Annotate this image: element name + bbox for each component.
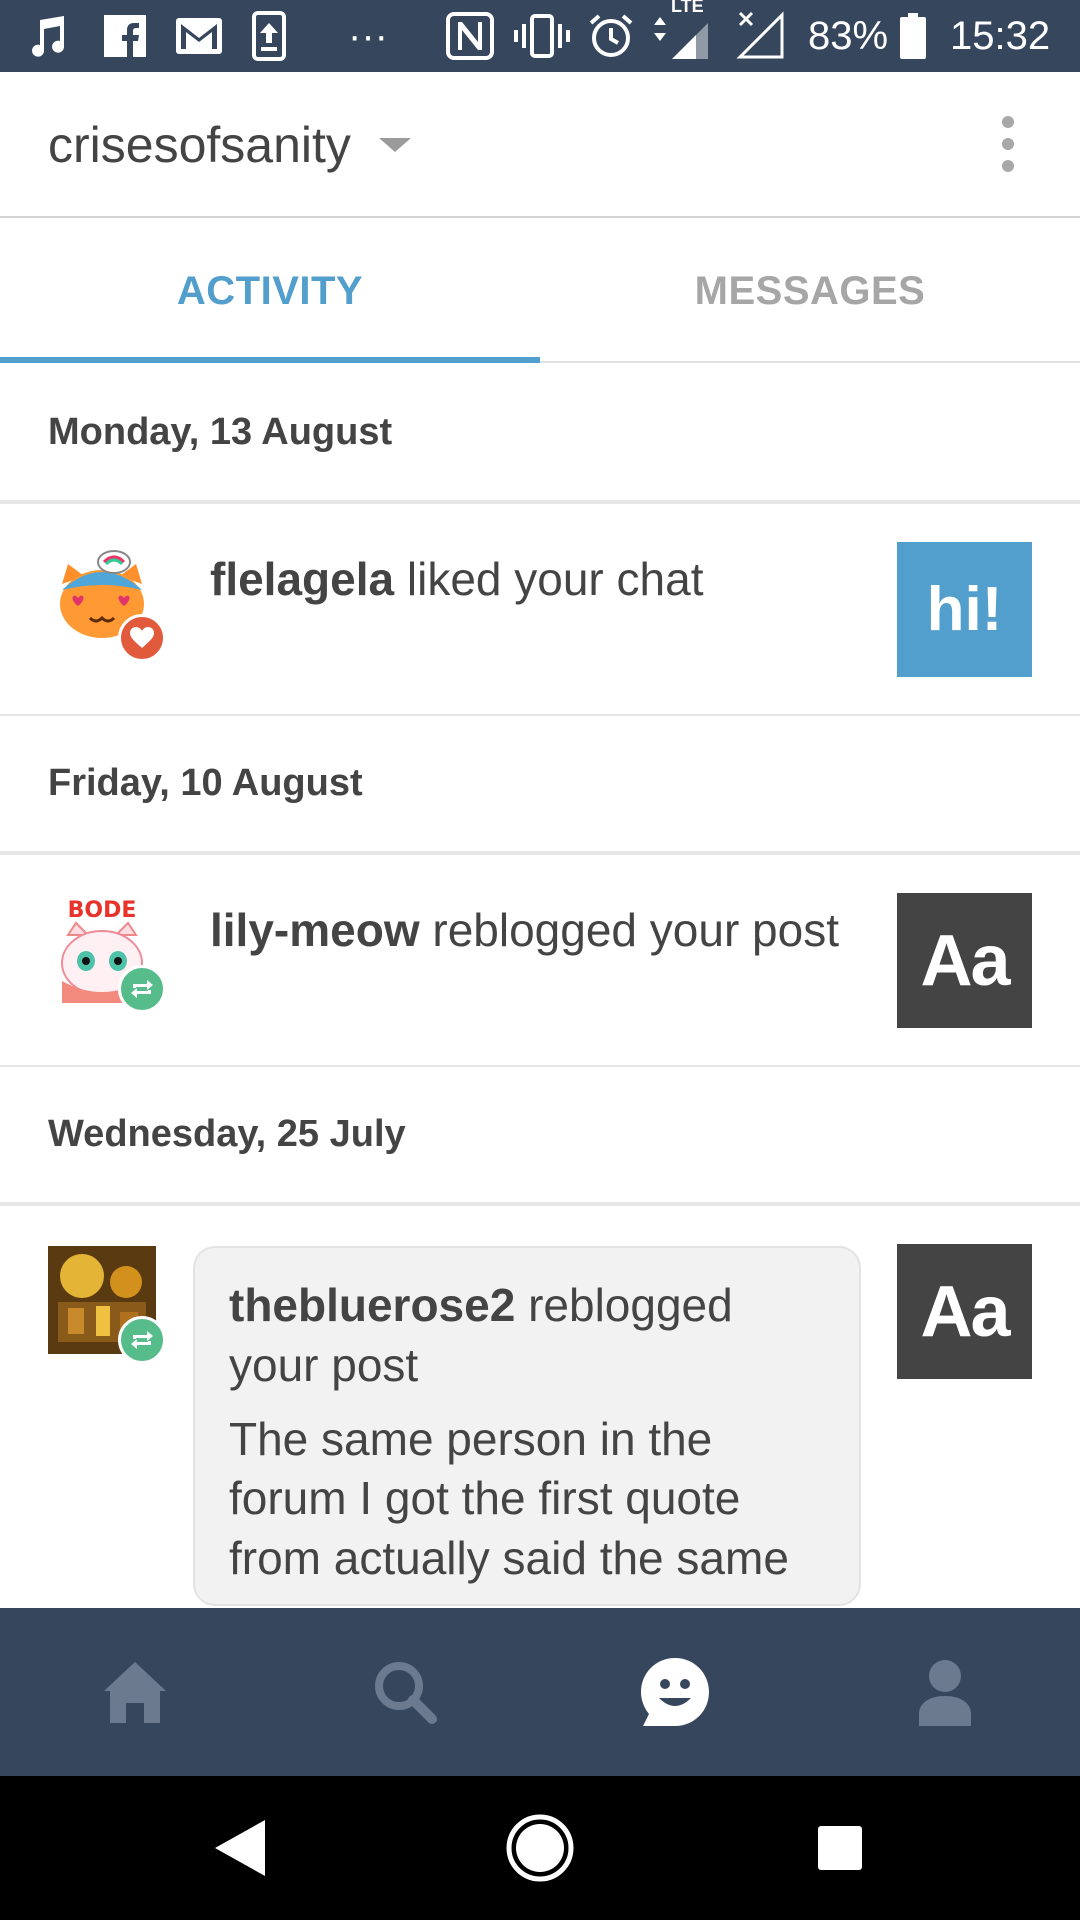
battery-icon (900, 0, 926, 72)
gmail-icon (176, 0, 222, 72)
activity-feed[interactable]: Monday, 13 August flelagela liked your c… (0, 365, 1080, 1608)
active-tab-indicator (0, 357, 540, 363)
alarm-icon (588, 0, 634, 72)
activity-text: thebluerose2 reblogged your post (229, 1276, 825, 1396)
date-header: Friday, 10 August (0, 716, 1080, 855)
post-thumbnail[interactable]: Aa (897, 893, 1032, 1028)
recents-icon[interactable] (800, 1776, 880, 1920)
activity-item[interactable]: thebluerose2 reblogged your post The sam… (0, 1206, 1080, 1608)
no-signal-icon (736, 0, 786, 72)
username[interactable]: flelagela (210, 553, 394, 605)
home-circle-icon[interactable] (500, 1776, 580, 1920)
date-header: Monday, 13 August (0, 365, 1080, 504)
home-icon[interactable] (0, 1608, 270, 1776)
activity-item[interactable]: flelagela liked your chat hi! (0, 504, 1080, 716)
username[interactable]: lily-meow (210, 904, 420, 956)
tab-activity[interactable]: ACTIVITY (0, 219, 540, 363)
tab-messages[interactable]: MESSAGES (540, 219, 1080, 363)
nfc-icon (446, 0, 494, 72)
activity-icon[interactable] (540, 1608, 810, 1776)
reblog-icon (118, 1316, 166, 1364)
upload-icon (252, 0, 286, 72)
music-icon (30, 0, 70, 72)
post-thumbnail[interactable]: Aa (897, 1244, 1032, 1379)
clock: 15:32 (950, 13, 1051, 58)
reblog-bubble[interactable]: thebluerose2 reblogged your post The sam… (193, 1246, 861, 1606)
status-bar: ··· LTE 83% 15:32 (0, 0, 1080, 72)
lte-label: LTE (671, 0, 704, 16)
blog-name: crisesofsanity (48, 117, 351, 173)
avatar-text: BODE (68, 898, 137, 923)
activity-action: reblogged your post (432, 904, 840, 956)
avatar-wrap[interactable]: BODE (48, 895, 168, 1015)
account-icon[interactable] (810, 1608, 1080, 1776)
avatar-wrap[interactable] (48, 1246, 168, 1366)
activity-item[interactable]: BODE lily-meow reblogged your post Aa (0, 855, 1080, 1067)
reblog-comment: The same person in the forum I got the f… (229, 1412, 789, 1585)
search-icon[interactable] (270, 1608, 540, 1776)
post-thumbnail[interactable]: hi! (897, 542, 1032, 677)
system-nav-bar (0, 1776, 1080, 1920)
facebook-icon (104, 0, 146, 72)
more-notifications-icon: ··· (348, 13, 388, 58)
heart-icon (118, 614, 166, 662)
app-header: crisesofsanity (0, 72, 1080, 218)
more-vertical-icon[interactable] (990, 116, 1026, 172)
caret-down-icon (378, 138, 411, 152)
blog-switcher[interactable]: crisesofsanity (48, 116, 411, 174)
vibrate-icon (514, 0, 570, 72)
battery-percent: 83% (808, 13, 889, 58)
activity-action: liked your chat (406, 553, 704, 605)
bottom-nav (0, 1608, 1080, 1776)
avatar-wrap[interactable] (48, 544, 168, 664)
back-icon[interactable] (200, 1776, 280, 1920)
tab-bar: ACTIVITY MESSAGES (0, 219, 1080, 363)
reblog-icon (118, 965, 166, 1013)
username[interactable]: thebluerose2 (229, 1279, 515, 1331)
date-header: Wednesday, 25 July (0, 1067, 1080, 1206)
activity-text[interactable]: lily-meow reblogged your post (210, 901, 870, 961)
activity-text[interactable]: flelagela liked your chat (210, 550, 870, 610)
